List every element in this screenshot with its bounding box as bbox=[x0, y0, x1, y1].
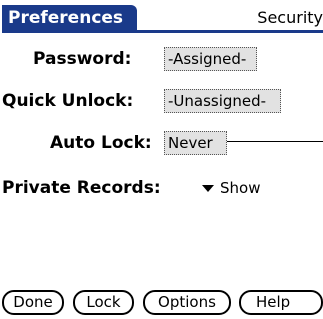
help-button[interactable]: Help bbox=[239, 290, 323, 315]
dropdown-triangle-icon bbox=[202, 184, 214, 192]
title-bar-rule bbox=[2, 30, 323, 33]
auto-lock-label: Auto Lock: bbox=[50, 133, 152, 153]
lock-button[interactable]: Lock bbox=[73, 290, 134, 315]
private-records-value: Show bbox=[220, 179, 261, 197]
options-button[interactable]: Options bbox=[143, 290, 231, 315]
quick-unlock-label: Quick Unlock: bbox=[2, 91, 134, 111]
auto-lock-selector[interactable]: Never bbox=[164, 131, 227, 155]
password-selector[interactable]: -Assigned- bbox=[164, 47, 257, 71]
password-label: Password: bbox=[33, 49, 132, 69]
private-records-label: Private Records: bbox=[2, 178, 161, 198]
quick-unlock-selector[interactable]: -Unassigned- bbox=[164, 89, 281, 113]
private-records-popup[interactable]: Show bbox=[202, 177, 260, 199]
auto-lock-connector bbox=[227, 141, 323, 142]
category-picker[interactable]: Security bbox=[257, 8, 323, 28]
done-button[interactable]: Done bbox=[2, 290, 64, 315]
app-title[interactable]: Preferences bbox=[2, 5, 138, 32]
